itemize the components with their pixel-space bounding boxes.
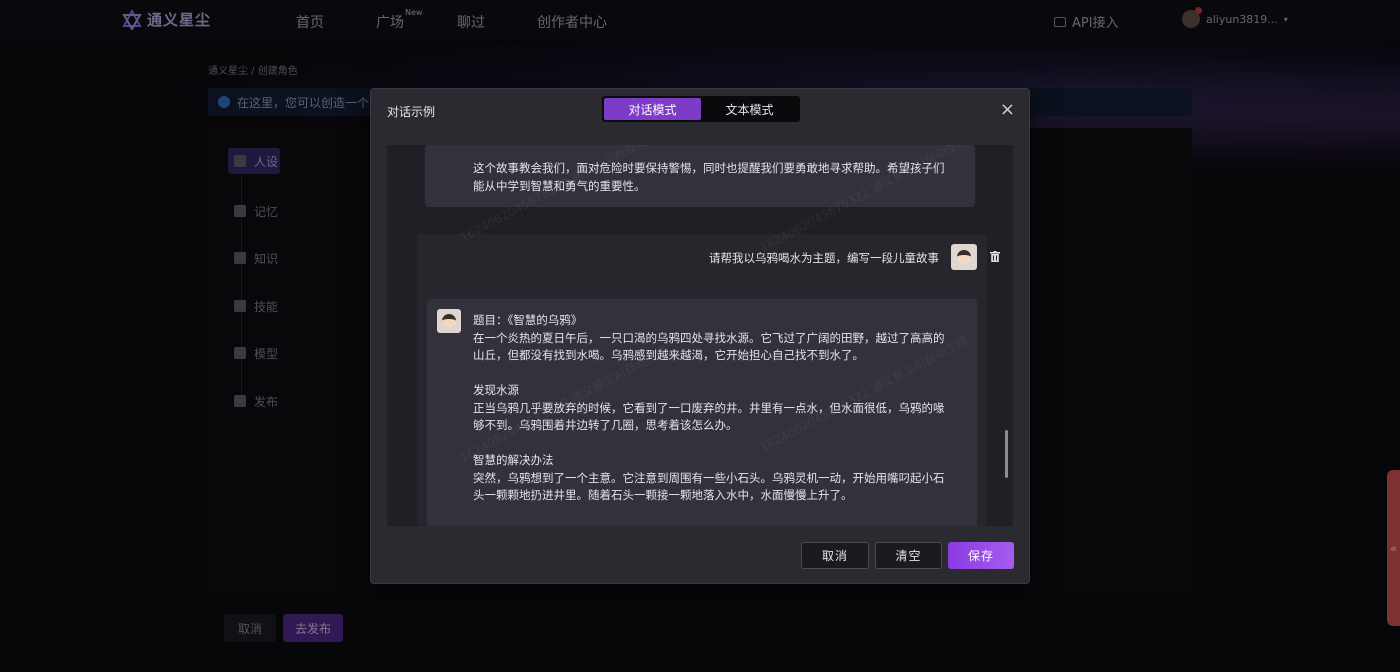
bot-avatar-icon	[437, 309, 461, 333]
user-message-row: 请帮我以乌鸦喝水为主题，编写一段儿童故事 题目：《智慧的乌鸦》 在一个炎热的夏日…	[417, 234, 987, 526]
delete-icon[interactable]	[990, 251, 1000, 262]
modal-save-button[interactable]: 保存	[948, 542, 1014, 569]
modal-cancel-button[interactable]: 取消	[801, 542, 869, 569]
mode-switch: 对话模式 文本模式	[602, 96, 800, 122]
chat-area[interactable]: 这个故事教会我们，面对危险时要保持警惕，同时也提醒我们要勇敢地寻求帮助。希望孩子…	[387, 145, 1013, 526]
scrollbar[interactable]	[1005, 430, 1008, 478]
bot-message-text: 题目：《智慧的乌鸦》 在一个炎热的夏日午后，一只口渴的乌鸦四处寻找水源。它飞过了…	[473, 313, 945, 502]
tab-dialog-mode[interactable]: 对话模式	[604, 98, 701, 120]
tab-text-mode[interactable]: 文本模式	[701, 98, 798, 120]
user-avatar-icon	[951, 244, 977, 270]
close-icon[interactable]: ×	[1000, 101, 1015, 119]
dialog-example-modal: 对话示例 对话模式 文本模式 × 这个故事教会我们，面对危险时要保持警惕，同时也…	[370, 88, 1030, 584]
modal-clear-button[interactable]: 清空	[875, 542, 942, 569]
user-message-text: 请帮我以乌鸦喝水为主题，编写一段儿童故事	[709, 251, 939, 265]
prev-bot-message: 这个故事教会我们，面对危险时要保持警惕，同时也提醒我们要勇敢地寻求帮助。希望孩子…	[425, 145, 975, 207]
prev-message-text: 这个故事教会我们，面对危险时要保持警惕，同时也提醒我们要勇敢地寻求帮助。希望孩子…	[473, 161, 945, 193]
bot-message: 题目：《智慧的乌鸦》 在一个炎热的夏日午后，一只口渴的乌鸦四处寻找水源。它飞过了…	[427, 299, 977, 526]
modal-title: 对话示例	[387, 105, 436, 119]
